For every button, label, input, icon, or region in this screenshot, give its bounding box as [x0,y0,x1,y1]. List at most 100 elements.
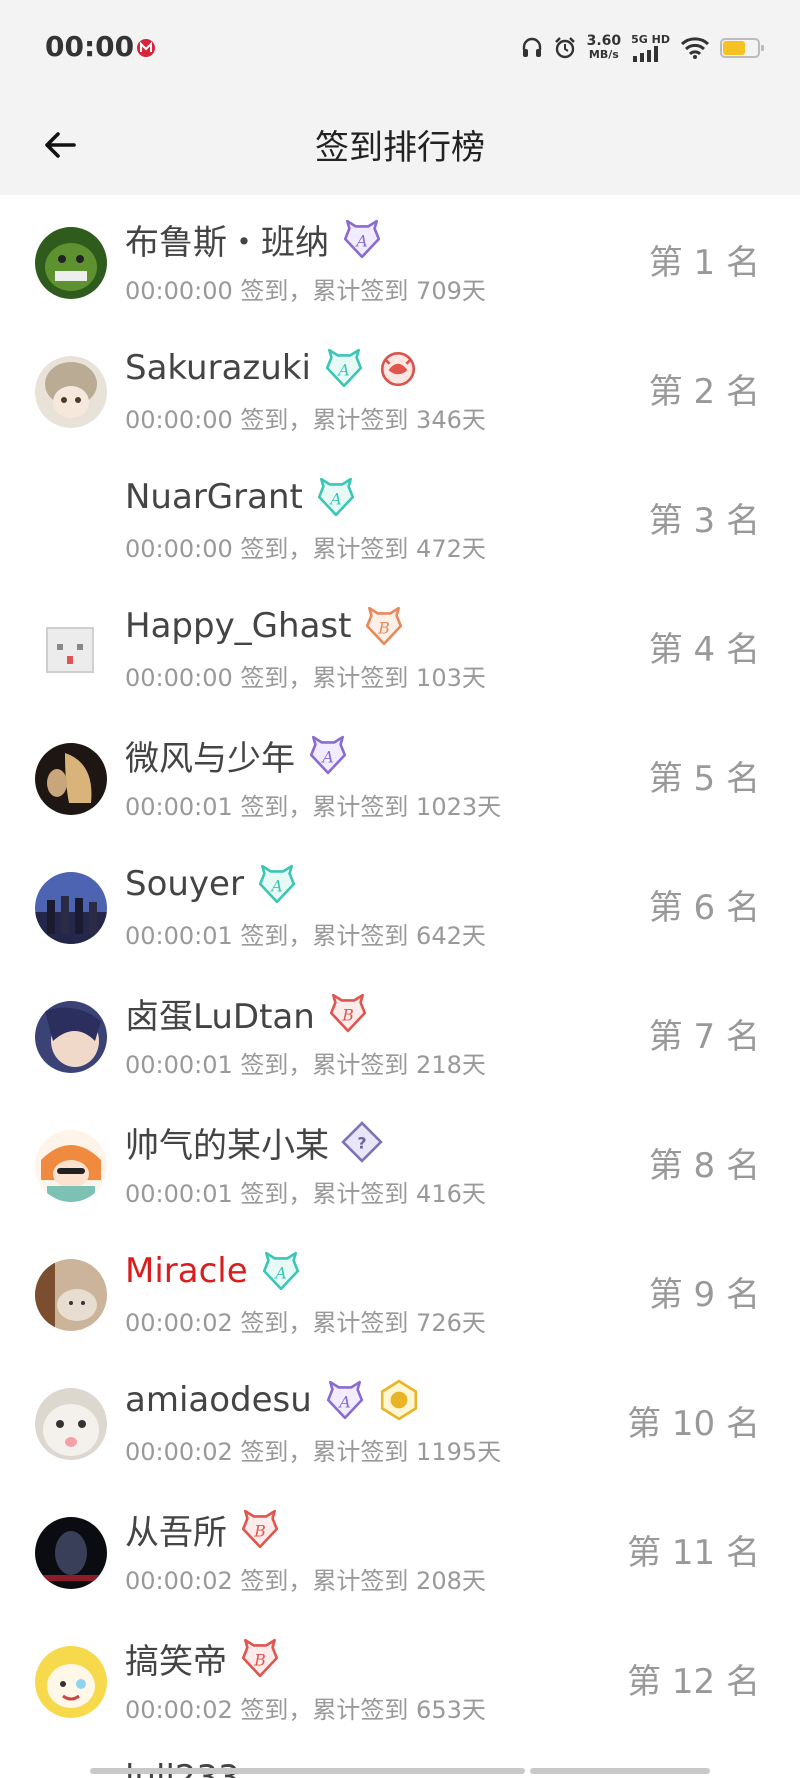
svg-text:A: A [336,360,349,379]
username[interactable]: amiaodesu [125,1380,312,1420]
headphones-icon [522,37,541,57]
rank-label: 第 4 名 [648,630,760,670]
list-item[interactable]: NuarGrant A 00:00:00 签到，累计签到 472天 第 3 名 [0,453,800,582]
status-bar: 00:00 3.60 MB/s 5G HD [0,0,800,95]
list-item[interactable]: Sakurazuki A 00:00:00 签到，累计签到 346天 第 2 名 [0,324,800,453]
signin-info: 00:00:00 签到，累计签到 472天 [125,535,486,563]
avatar[interactable] [35,743,107,815]
signin-info: 00:00:02 签到，累计签到 208天 [125,1567,486,1595]
svg-text:B: B [341,1005,354,1024]
level-a-badge-icon: A [256,863,298,905]
avatar[interactable] [35,485,107,557]
username[interactable]: 从吾所 [125,1505,227,1554]
signin-info: 00:00:01 签到，累计签到 1023天 [125,793,502,821]
avatar[interactable] [35,1130,107,1202]
level-b-badge-icon: B [363,605,405,647]
list-item[interactable]: Souyer A 00:00:01 签到，累计签到 642天 第 6 名 [0,840,800,969]
mobile-network: 5G HD [631,34,670,62]
status-time: 00:00 [45,30,135,63]
svg-text:A: A [320,747,333,766]
network-speed: 3.60 MB/s [587,34,622,62]
list-item[interactable]: Miracle A 00:00:02 签到，累计签到 726天 第 9 名 [0,1227,800,1356]
username[interactable]: 搞笑帝 [125,1634,227,1683]
avatar[interactable] [35,1646,107,1718]
level-a-badge-icon: A [307,734,349,776]
rank-label: 第 1 名 [648,243,760,283]
svg-text:B: B [253,1521,266,1540]
username[interactable]: 卤蛋LuDtan [125,989,315,1038]
network-type: 5G HD [631,33,670,46]
signin-info: 00:00:01 签到，累计签到 642天 [125,922,486,950]
level-b-badge-icon: B [239,1637,281,1679]
svg-text:A: A [328,489,341,508]
avatar[interactable] [35,1001,107,1073]
page-title: 签到排行榜 [315,128,485,168]
bottom-indicator-left [90,1768,525,1774]
username[interactable]: Happy_Ghast [125,606,351,646]
level-b-badge-icon: B [327,992,369,1034]
signal-icon [633,46,659,62]
avatar[interactable] [35,614,107,686]
signin-info: 00:00:00 签到，累计签到 346天 [125,406,486,434]
ranking-list: 布鲁斯・班纳 A 00:00:00 签到，累计签到 709天 第 1 名 Sak… [0,195,800,1743]
svg-text:A: A [354,231,367,250]
svg-text:B: B [253,1650,266,1669]
status-icons: 3.60 MB/s 5G HD [521,30,764,66]
username[interactable]: Miracle [125,1251,248,1291]
avatar[interactable] [35,1259,107,1331]
username[interactable]: Souyer [125,864,244,904]
top-area: 00:00 3.60 MB/s 5G HD 签到排行榜 [0,0,800,195]
svg-text:A: A [337,1392,350,1411]
svg-text:?: ? [357,1133,366,1152]
rank-label: 第 7 名 [648,1017,760,1057]
rank-label: 第 2 名 [648,372,760,412]
crab-medal-icon [377,347,419,389]
svg-text:A: A [273,1263,286,1282]
rank-label: 第 10 名 [627,1404,760,1444]
level-b-badge-icon: B [239,1508,281,1550]
level-a-badge-icon: A [315,476,357,518]
signin-info: 00:00:01 签到，累计签到 218天 [125,1051,486,1079]
list-item[interactable]: 微风与少年 A 00:00:01 签到，累计签到 1023天 第 5 名 [0,711,800,840]
username[interactable]: 帅气的某小某 [125,1118,329,1167]
level-a-badge-icon: A [323,347,365,389]
wifi-icon [680,37,710,59]
avatar[interactable] [35,227,107,299]
username[interactable]: Sakurazuki [125,348,311,388]
list-item[interactable]: 帅气的某小某 ? 00:00:01 签到，累计签到 416天 第 8 名 [0,1098,800,1227]
username[interactable]: 布鲁斯・班纳 [125,215,329,264]
signin-info: 00:00:00 签到，累计签到 709天 [125,277,486,305]
list-item[interactable]: 搞笑帝 B 00:00:02 签到，累计签到 653天 第 12 名 [0,1614,800,1743]
level-a-badge-icon: A [324,1379,366,1421]
signin-info: 00:00:02 签到，累计签到 653天 [125,1696,486,1724]
rank-label: 第 12 名 [627,1662,760,1702]
list-item[interactable]: amiaodesu A 00:00:02 签到，累计签到 1195天 第 10 … [0,1356,800,1485]
rank-label: 第 8 名 [648,1146,760,1186]
rank-label: 第 11 名 [627,1533,760,1573]
username[interactable]: 微风与少年 [125,731,295,780]
avatar[interactable] [35,1517,107,1589]
username[interactable]: NuarGrant [125,477,303,517]
header-bar: 签到排行榜 [0,95,800,195]
speed-unit: MB/s [588,48,619,61]
list-item[interactable]: 布鲁斯・班纳 A 00:00:00 签到，累计签到 709天 第 1 名 [0,195,800,324]
signin-info: 00:00:02 签到，累计签到 726天 [125,1309,486,1337]
speed-value: 3.60 [586,33,622,49]
list-item-partial[interactable]: lull233 [0,1748,800,1778]
battery-icon [720,38,764,58]
bottom-indicator-right [530,1768,710,1774]
rank-label: 第 6 名 [648,888,760,928]
signin-info: 00:00:00 签到，累计签到 103天 [125,664,486,692]
list-item[interactable]: 卤蛋LuDtan B 00:00:01 签到，累计签到 218天 第 7 名 [0,969,800,1098]
gold-medal-icon [378,1379,420,1421]
svg-text:B: B [378,618,391,637]
avatar[interactable] [35,872,107,944]
rank-label: 第 9 名 [648,1275,760,1315]
list-item[interactable]: Happy_Ghast B 00:00:00 签到，累计签到 103天 第 4 … [0,582,800,711]
list-item[interactable]: 从吾所 B 00:00:02 签到，累计签到 208天 第 11 名 [0,1485,800,1614]
signin-info: 00:00:02 签到，累计签到 1195天 [125,1438,502,1466]
avatar[interactable] [35,356,107,428]
avatar[interactable] [35,1388,107,1460]
alarm-icon [554,37,575,59]
carrier-icon [137,39,155,57]
